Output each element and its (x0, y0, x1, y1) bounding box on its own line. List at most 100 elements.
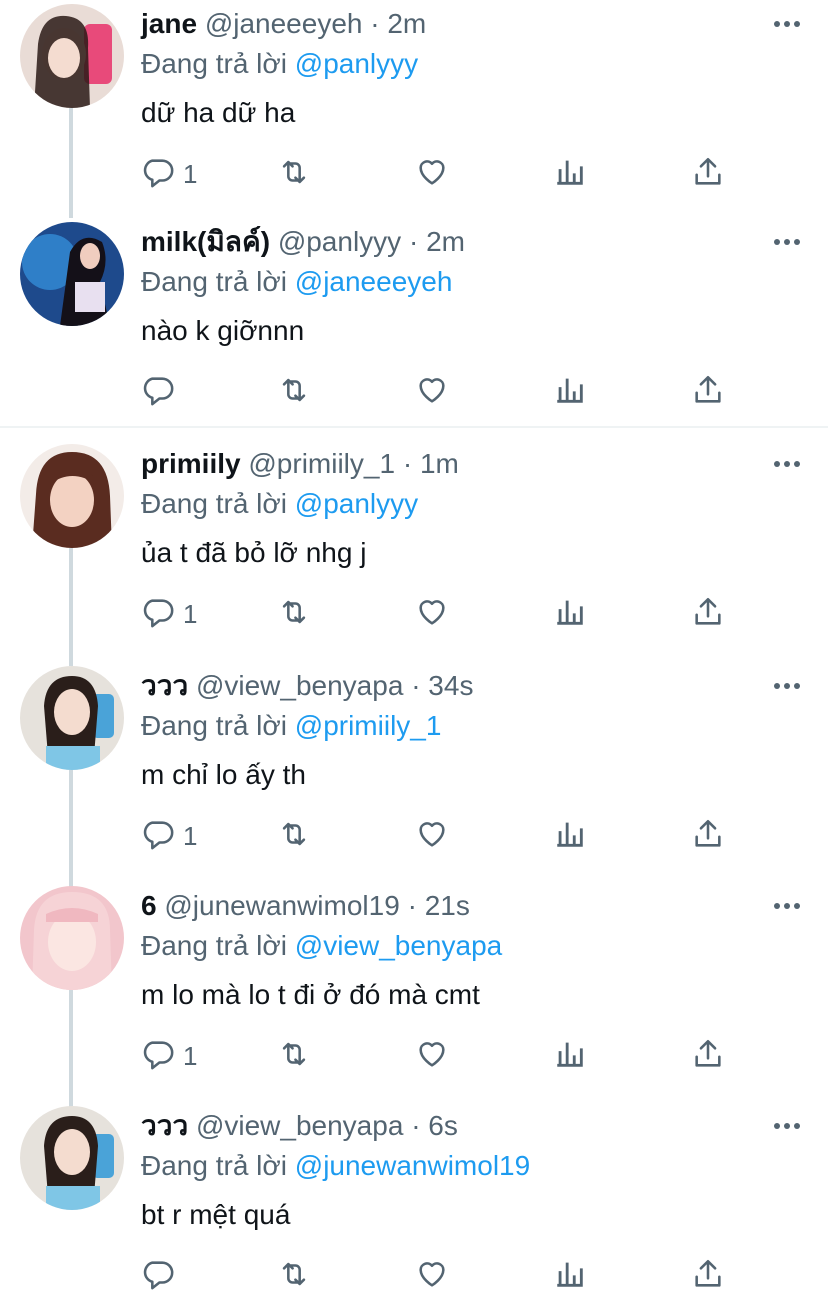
tweet-text: m chỉ lo ấy th (141, 759, 306, 790)
like-button[interactable] (415, 372, 449, 412)
avatar[interactable] (20, 1106, 124, 1210)
action-bar (141, 1256, 741, 1296)
timestamp[interactable]: 21s (425, 890, 470, 921)
more-options-icon[interactable] (773, 232, 801, 252)
more-options-icon[interactable] (773, 1116, 801, 1136)
tweet-text: ủa t đã bỏ lỡ nhg j (141, 537, 367, 568)
like-button[interactable] (415, 594, 449, 634)
action-bar: 1 (141, 594, 741, 634)
replying-prefix: Đang trả lời (141, 266, 287, 297)
replying-to: Đang trả lời @panlyyy (141, 486, 418, 522)
share-button[interactable] (691, 1036, 725, 1076)
reply-button[interactable]: 1 (141, 594, 197, 634)
timestamp[interactable]: 1m (420, 448, 459, 479)
action-bar (141, 372, 741, 412)
reply-button[interactable]: 1 (141, 154, 197, 194)
reply-icon (141, 1037, 175, 1076)
tweet[interactable]: ววว @view_benyapa · 34s Đang trả lời @pr… (0, 666, 828, 888)
reply-button[interactable] (141, 372, 183, 412)
display-name[interactable]: 6 (141, 890, 157, 921)
share-button[interactable] (691, 594, 725, 634)
avatar[interactable] (20, 222, 124, 326)
retweet-button[interactable] (277, 154, 311, 194)
reply-mention-link[interactable]: @view_benyapa (295, 930, 502, 961)
bar-chart-icon (553, 817, 587, 856)
share-button[interactable] (691, 372, 725, 412)
tweet[interactable]: jane @janeeeyeh · 2m Đang trả lời @panly… (0, 4, 828, 218)
reply-mention-link[interactable]: @junewanwimol19 (295, 1150, 530, 1181)
replying-prefix: Đang trả lời (141, 48, 287, 79)
replying-prefix: Đang trả lời (141, 930, 287, 961)
more-options-icon[interactable] (773, 676, 801, 696)
analytics-button[interactable] (553, 1036, 587, 1076)
retweet-button[interactable] (277, 1036, 311, 1076)
reply-button[interactable] (141, 1256, 183, 1296)
share-icon (691, 1257, 725, 1296)
retweet-button[interactable] (277, 372, 311, 412)
reply-mention-link[interactable]: @primiily_1 (295, 710, 442, 741)
bar-chart-icon (553, 1257, 587, 1296)
replying-to: Đang trả lời @panlyyy (141, 46, 418, 82)
action-bar: 1 (141, 1036, 741, 1076)
avatar[interactable] (20, 444, 124, 548)
avatar[interactable] (20, 886, 124, 990)
like-button[interactable] (415, 154, 449, 194)
avatar[interactable] (20, 666, 124, 770)
reply-button[interactable]: 1 (141, 1036, 197, 1076)
timestamp[interactable]: 2m (387, 8, 426, 39)
user-handle[interactable]: @primiily_1 (248, 448, 395, 479)
reply-button[interactable]: 1 (141, 816, 197, 856)
avatar[interactable] (20, 4, 124, 108)
tweet[interactable]: primiily @primiily_1 · 1m Đang trả lời @… (0, 444, 828, 666)
retweet-button[interactable] (277, 594, 311, 634)
heart-icon (415, 1257, 449, 1296)
user-handle[interactable]: @view_benyapa (196, 670, 403, 701)
display-name[interactable]: primiily (141, 448, 241, 479)
heart-icon (415, 155, 449, 194)
display-name[interactable]: ววว (141, 670, 188, 701)
retweet-icon (277, 595, 311, 634)
reply-mention-link[interactable]: @janeeeyeh (295, 266, 453, 297)
more-options-icon[interactable] (773, 454, 801, 474)
replying-to: Đang trả lời @primiily_1 (141, 708, 441, 744)
more-options-icon[interactable] (773, 896, 801, 916)
analytics-button[interactable] (553, 816, 587, 856)
timestamp[interactable]: 2m (426, 226, 465, 257)
separator-dot: · (408, 226, 419, 257)
reply-mention-link[interactable]: @panlyyy (295, 48, 418, 79)
like-button[interactable] (415, 1036, 449, 1076)
analytics-button[interactable] (553, 372, 587, 412)
reply-mention-link[interactable]: @panlyyy (295, 488, 418, 519)
heart-icon (415, 595, 449, 634)
separator-dot: · (407, 890, 417, 921)
user-handle[interactable]: @janeeeyeh (205, 8, 363, 39)
like-button[interactable] (415, 816, 449, 856)
display-name[interactable]: milk(มิลค์) (141, 226, 270, 257)
retweet-button[interactable] (277, 816, 311, 856)
like-button[interactable] (415, 1256, 449, 1296)
analytics-button[interactable] (553, 1256, 587, 1296)
analytics-button[interactable] (553, 154, 587, 194)
analytics-button[interactable] (553, 594, 587, 634)
display-name[interactable]: jane (141, 8, 197, 39)
replying-prefix: Đang trả lời (141, 710, 287, 741)
share-button[interactable] (691, 154, 725, 194)
share-button[interactable] (691, 1256, 725, 1296)
tweet-text: nào k giỡnnn (141, 315, 305, 346)
bar-chart-icon (553, 1037, 587, 1076)
user-handle[interactable]: @panlyyy (278, 226, 401, 257)
timestamp[interactable]: 34s (428, 670, 473, 701)
retweet-button[interactable] (277, 1256, 311, 1296)
thread-line (69, 770, 73, 888)
user-handle[interactable]: @junewanwimol19 (164, 890, 399, 921)
tweet[interactable]: milk(มิลค์) @panlyyy · 2m Đang trả lời @… (0, 222, 828, 422)
user-handle[interactable]: @view_benyapa (196, 1110, 403, 1141)
display-name[interactable]: ววว (141, 1110, 188, 1141)
timestamp[interactable]: 6s (428, 1110, 458, 1141)
tweet-header: jane @janeeeyeh · 2m (141, 6, 426, 42)
tweet[interactable]: ววว @view_benyapa · 6s Đang trả lời @jun… (0, 1106, 828, 1300)
share-button[interactable] (691, 816, 725, 856)
replying-to: Đang trả lời @junewanwimol19 (141, 1148, 530, 1184)
tweet[interactable]: 6 @junewanwimol19 · 21s Đang trả lời @vi… (0, 886, 828, 1108)
more-options-icon[interactable] (773, 14, 801, 34)
